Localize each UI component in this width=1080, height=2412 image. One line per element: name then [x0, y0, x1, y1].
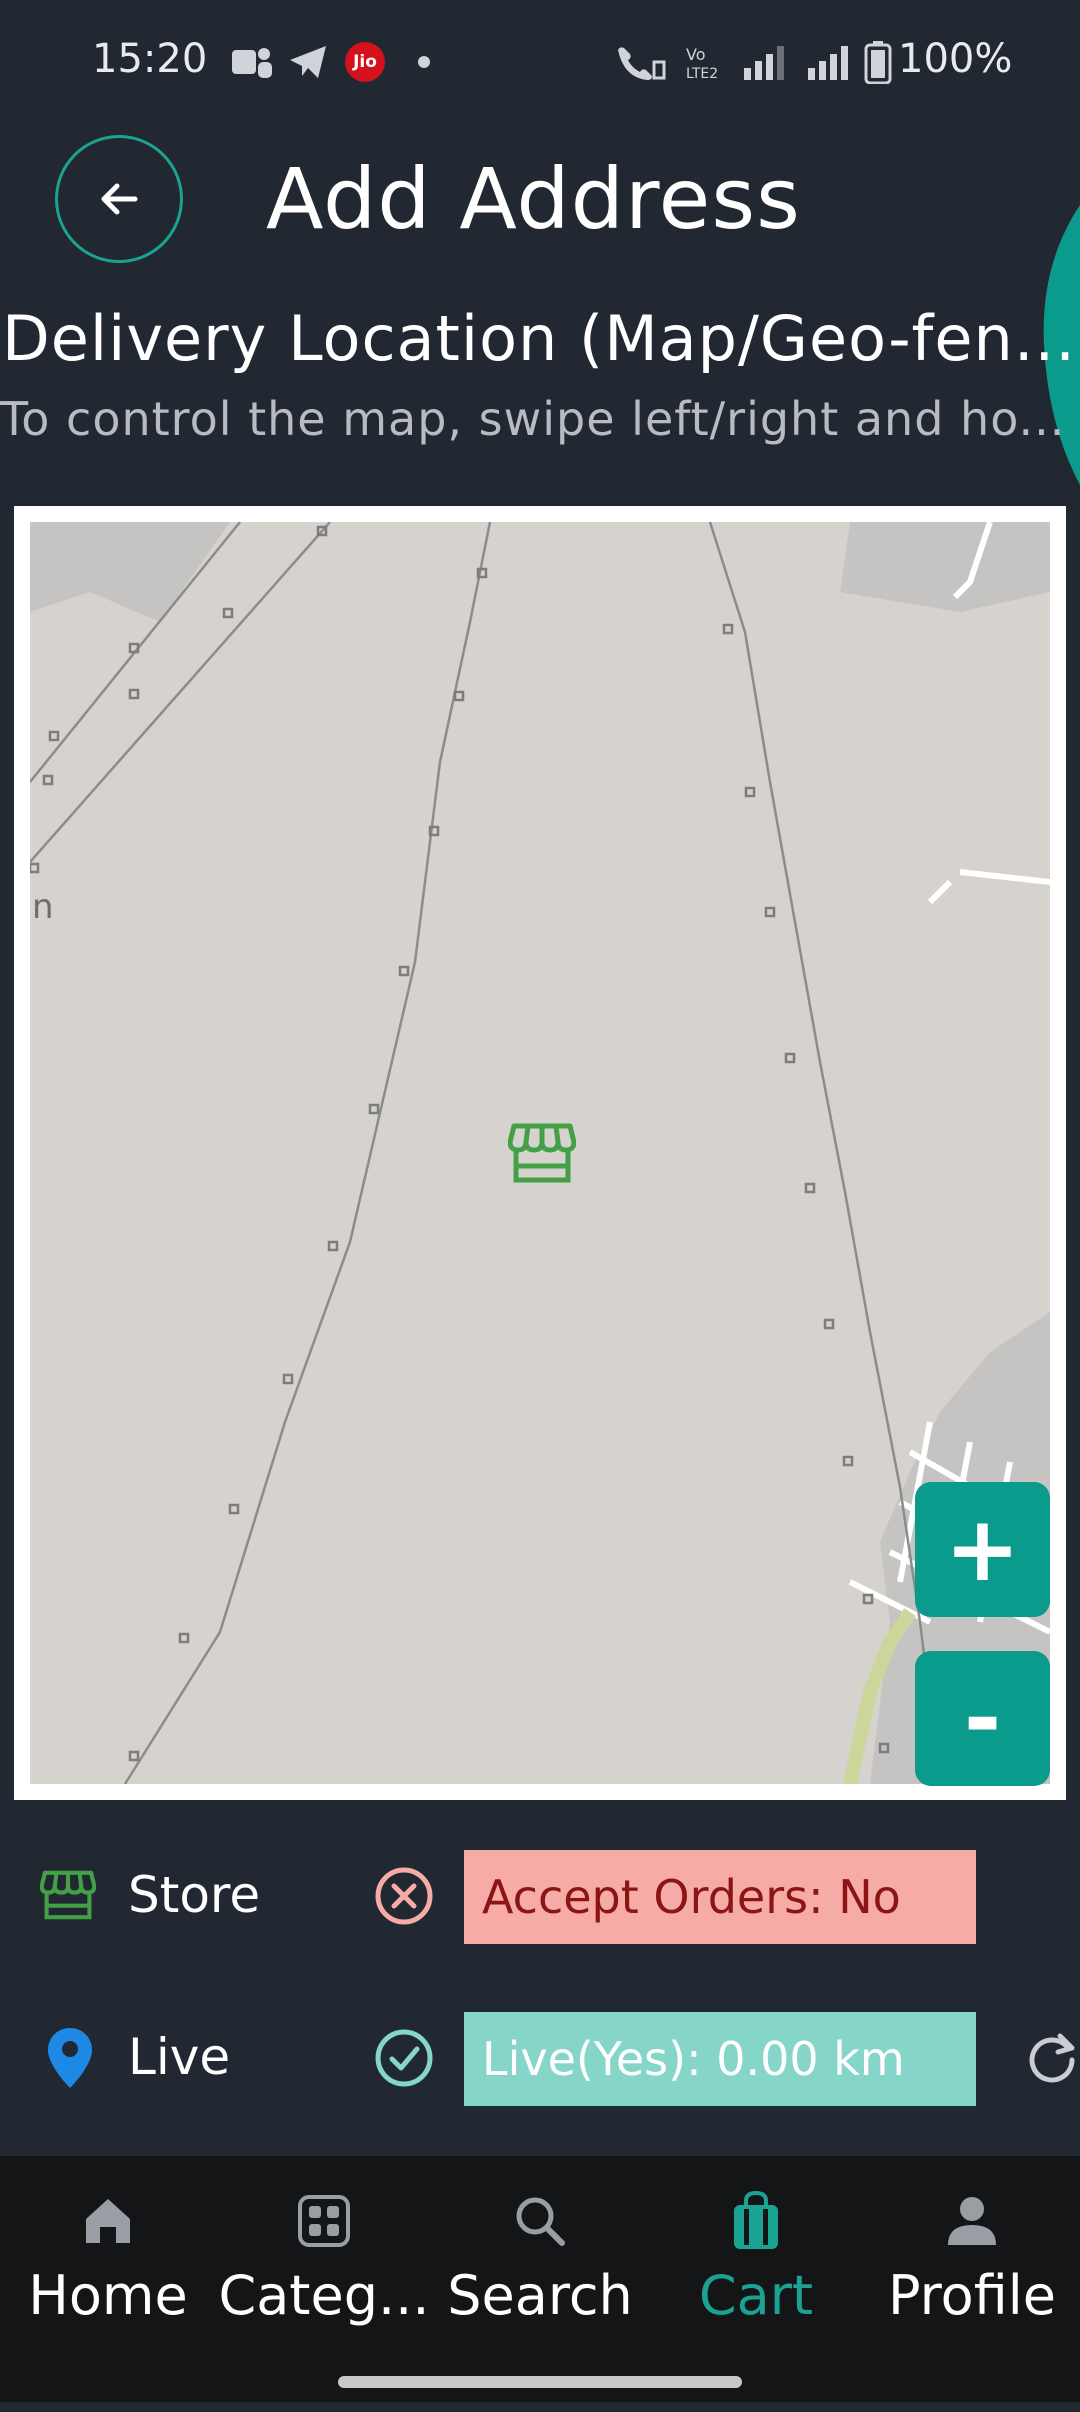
svg-text:LTE2: LTE2 [686, 66, 718, 80]
nav-profile[interactable]: Profile [864, 2186, 1080, 2327]
arrow-left-icon [101, 183, 138, 215]
store-icon [40, 1870, 96, 1920]
section-title: Delivery Location (Map/Geo-fen... [2, 302, 1076, 375]
nav-categories-label: Categ... [218, 2264, 430, 2327]
telegram-icon [290, 46, 326, 78]
back-button[interactable] [55, 135, 183, 263]
live-distance-status: Live(Yes): 0.00 km [464, 2012, 976, 2106]
refresh-icon[interactable] [1024, 2030, 1080, 2086]
zoom-out-button[interactable]: - [915, 1651, 1050, 1786]
signal-icon [744, 46, 784, 80]
user-icon [948, 2197, 996, 2245]
wifi-call-icon [618, 47, 666, 80]
jio-icon: Jio [345, 42, 385, 82]
map-place-label: n [32, 887, 54, 927]
home-indicator[interactable] [338, 2376, 742, 2388]
nav-profile-label: Profile [888, 2264, 1056, 2327]
page-title: Add Address [266, 150, 801, 248]
nav-search[interactable]: Search [432, 2186, 648, 2327]
location-pin-icon [48, 2028, 92, 2088]
check-circle-icon [375, 2029, 433, 2087]
signal-icon [808, 46, 848, 80]
nav-search-label: Search [447, 2264, 633, 2327]
shopping-bag-icon [734, 2191, 778, 2249]
live-label: Live [128, 2028, 231, 2086]
accept-orders-status: Accept Orders: No [464, 1850, 976, 1944]
battery-percentage: 100% [898, 36, 1013, 82]
search-icon [516, 2197, 565, 2246]
status-time: 15:20 [92, 36, 208, 82]
volte-icon: Vo LTE2 [686, 45, 718, 80]
nav-cart[interactable]: Cart [648, 2186, 864, 2327]
nav-home[interactable]: Home [0, 2186, 216, 2327]
grid-icon [298, 2195, 350, 2247]
map-view[interactable]: n [30, 522, 1050, 1784]
nav-categories[interactable]: Categ... [216, 2186, 432, 2327]
dot-icon [418, 56, 430, 68]
battery-icon [864, 41, 892, 84]
zoom-in-button[interactable]: + [915, 1482, 1050, 1617]
section-hint: To control the map, swipe left/right and… [0, 392, 1066, 446]
home-icon [86, 2199, 130, 2243]
nav-home-label: Home [28, 2264, 188, 2327]
store-label: Store [128, 1866, 261, 1924]
nav-cart-label: Cart [698, 2264, 814, 2327]
teams-icon [232, 48, 272, 78]
x-circle-icon [375, 1867, 433, 1925]
store-icon[interactable] [508, 1122, 576, 1184]
svg-text:Vo: Vo [686, 45, 706, 64]
